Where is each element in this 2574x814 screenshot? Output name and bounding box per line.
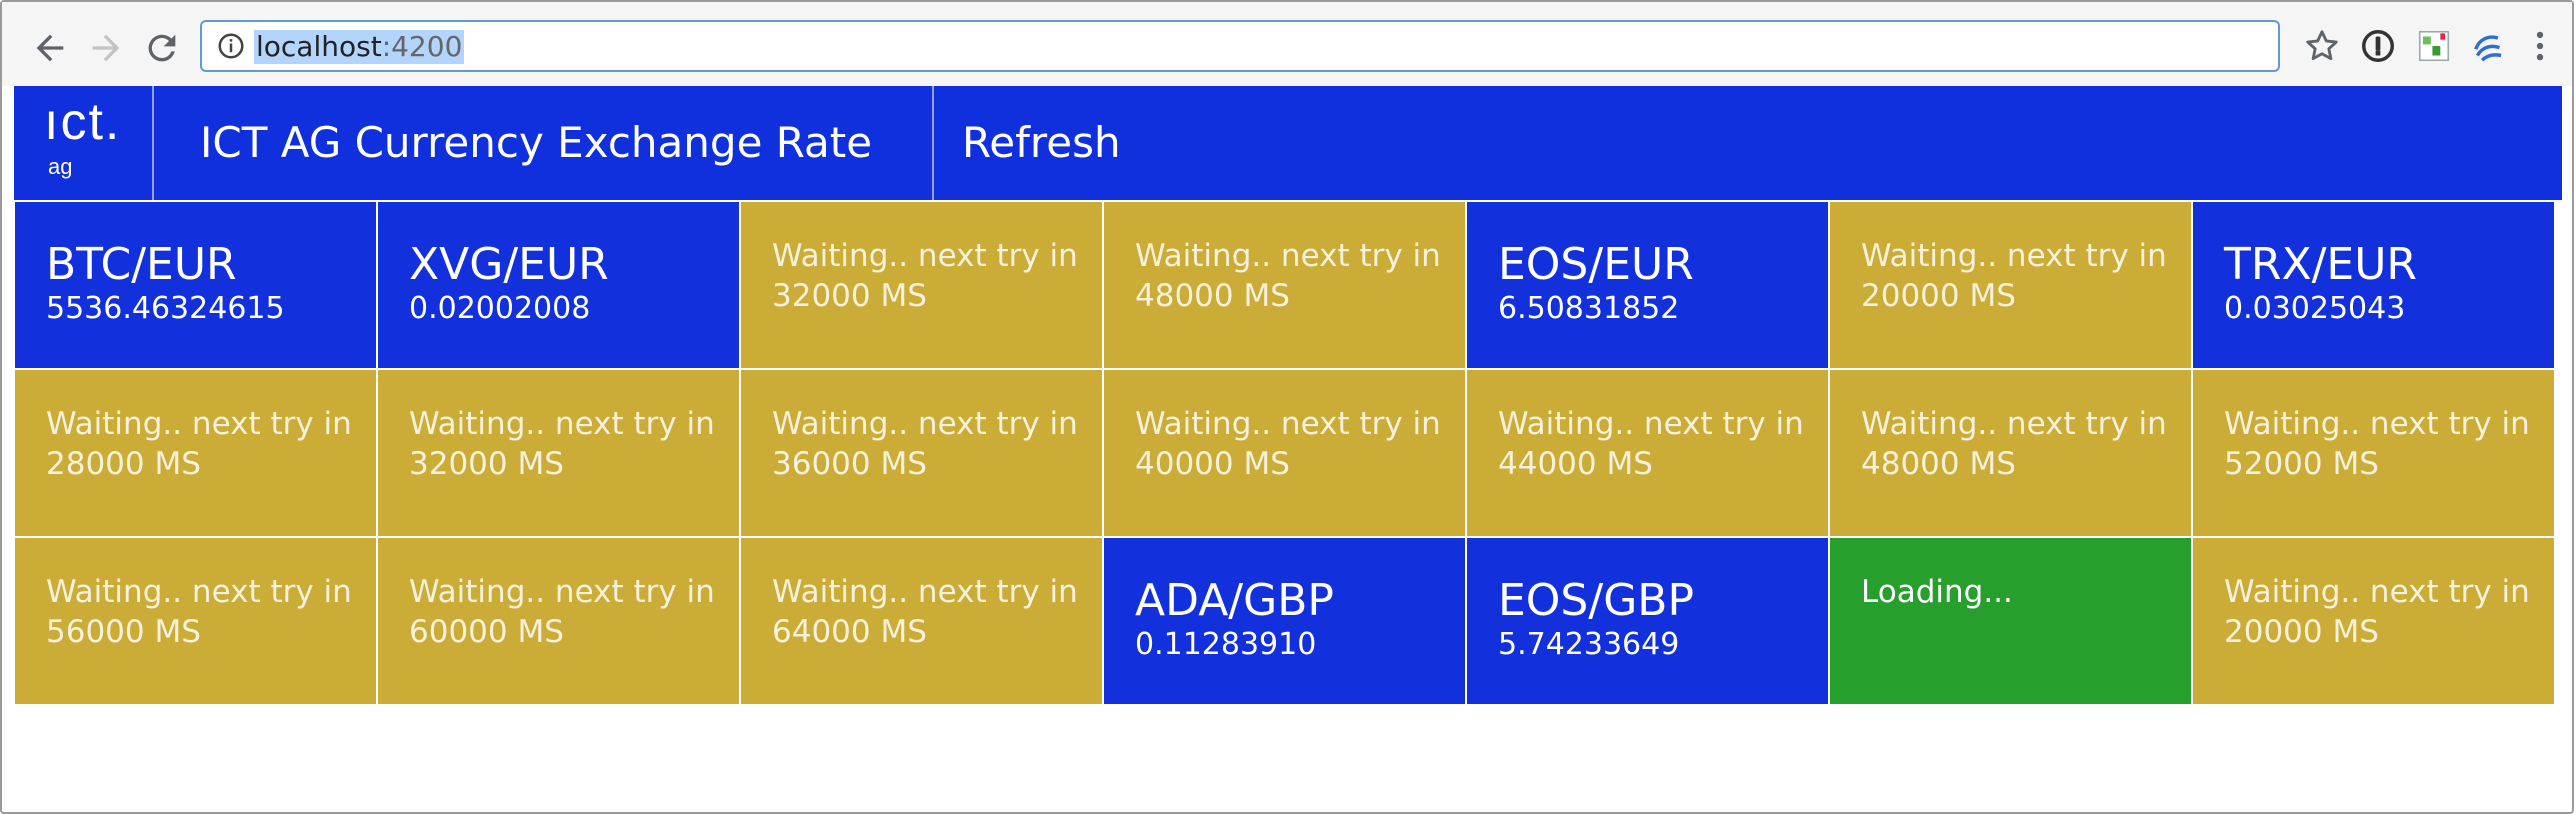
logo-subtext: ag xyxy=(48,154,73,179)
url-host: localhost xyxy=(256,30,382,63)
currency-pair: EOS/GBP xyxy=(1498,575,1695,626)
browser-toolbar: localhost:4200 xyxy=(2,2,2572,86)
retry-message: Waiting.. next try in 64000 MS xyxy=(772,574,1078,650)
loading-message: Loading... xyxy=(1861,574,2013,610)
reload-icon xyxy=(148,34,176,62)
waiting-tile: Waiting.. next try in 20000 MS xyxy=(1830,202,2191,368)
waiting-tile: Waiting.. next try in 28000 MS xyxy=(15,370,376,536)
exchange-rate: 5536.46324615 xyxy=(46,291,285,326)
browser-menu-button[interactable] xyxy=(2520,26,2560,66)
info-icon[interactable] xyxy=(216,31,246,61)
spreadsheet-icon xyxy=(2418,30,2450,62)
rate-tile: EOS/GBP 5.74233649 xyxy=(1467,538,1828,704)
password-extension-button[interactable] xyxy=(2358,26,2398,66)
currency-pair: XVG/EUR xyxy=(409,239,609,290)
bookmark-star-button[interactable] xyxy=(2302,26,2342,66)
rate-tile: EOS/EUR 6.50831852 xyxy=(1467,202,1828,368)
retry-message: Waiting.. next try in 28000 MS xyxy=(46,406,352,482)
spreadsheet-extension-button[interactable] xyxy=(2414,26,2454,66)
wave-icon xyxy=(2474,35,2502,62)
waiting-tile: Waiting.. next try in 40000 MS xyxy=(1104,370,1465,536)
retry-message: Waiting.. next try in 32000 MS xyxy=(409,406,715,482)
logo[interactable]: ıct. ag xyxy=(14,86,154,200)
waiting-tile: Waiting.. next try in 44000 MS xyxy=(1467,370,1828,536)
waiting-tile: Waiting.. next try in 56000 MS xyxy=(15,538,376,704)
waiting-tile: Waiting.. next try in 32000 MS xyxy=(741,202,1102,368)
app-header: ıct. ag ICT AG Currency Exchange Rate Vi… xyxy=(14,86,2562,281)
loading-tile: Loading... xyxy=(1830,538,2191,704)
retry-message: Waiting.. next try in 40000 MS xyxy=(1135,406,1441,482)
password-manager-icon xyxy=(2362,30,2394,62)
waiting-tile: Waiting.. next try in 32000 MS xyxy=(378,370,739,536)
exchange-rate: 0.02002008 xyxy=(409,291,591,326)
exchange-rate: 0.03025043 xyxy=(2224,291,2406,326)
waiting-tile: Waiting.. next try in 64000 MS xyxy=(741,538,1102,704)
app-title: ICT AG Currency Exchange Rate Viewer xyxy=(154,86,934,281)
reload-button[interactable] xyxy=(134,20,190,76)
currency-pair: BTC/EUR xyxy=(46,239,237,290)
url-text[interactable]: localhost:4200 xyxy=(254,30,465,64)
forward-button[interactable] xyxy=(78,20,134,76)
rate-grid: BTC/EUR 5536.46324615 XVG/EUR 0.02002008 Wai… xyxy=(15,202,2554,704)
star-icon xyxy=(2306,30,2338,61)
retry-message: Waiting.. next try in 60000 MS xyxy=(409,574,715,650)
retry-message: Waiting.. next try in 48000 MS xyxy=(1135,238,1441,314)
more-vertical-icon xyxy=(2536,31,2544,61)
forward-arrow-icon xyxy=(92,34,120,62)
url-port: :4200 xyxy=(381,30,463,63)
waiting-tile: Waiting.. next try in 48000 MS xyxy=(1104,202,1465,368)
retry-message: Waiting.. next try in 44000 MS xyxy=(1498,406,1804,482)
address-bar[interactable]: localhost:4200 xyxy=(200,20,2280,72)
retry-message: Waiting.. next try in 32000 MS xyxy=(772,238,1078,314)
retry-message: Waiting.. next try in 20000 MS xyxy=(1861,238,2167,314)
rate-tile: BTC/EUR 5536.46324615 xyxy=(15,202,376,368)
waiting-tile: Waiting.. next try in 48000 MS xyxy=(1830,370,2191,536)
waiting-tile: Waiting.. next try in 52000 MS xyxy=(2193,370,2554,536)
waiting-tile: Waiting.. next try in 60000 MS xyxy=(378,538,739,704)
retry-message: Waiting.. next try in 48000 MS xyxy=(1861,406,2167,482)
currency-pair: EOS/EUR xyxy=(1498,239,1694,290)
waiting-tile: Waiting.. next try in 20000 MS xyxy=(2193,538,2554,704)
retry-message: Waiting.. next try in 52000 MS xyxy=(2224,406,2530,482)
currency-pair: ADA/GBP xyxy=(1135,575,1334,626)
back-arrow-icon xyxy=(36,34,64,62)
rate-tile: TRX/EUR 0.03025043 xyxy=(2193,202,2554,368)
back-button[interactable] xyxy=(22,20,78,76)
exchange-rate: 6.50831852 xyxy=(1498,291,1680,326)
rate-tile: XVG/EUR 0.02002008 xyxy=(378,202,739,368)
logo-text: ıct. xyxy=(44,93,122,151)
wave-extension-button[interactable] xyxy=(2470,26,2510,66)
retry-message: Waiting.. next try in 56000 MS xyxy=(46,574,352,650)
exchange-rate: 5.74233649 xyxy=(1498,627,1680,662)
rate-tile: ADA/GBP 0.11283910 xyxy=(1104,538,1465,704)
browser-window: localhost:4200 ıct. ag ICT AG Currency E… xyxy=(0,0,2574,814)
retry-message: Waiting.. next try in 20000 MS xyxy=(2224,574,2530,650)
retry-message: Waiting.. next try in 36000 MS xyxy=(772,406,1078,482)
exchange-rate: 0.11283910 xyxy=(1135,627,1317,662)
currency-pair: TRX/EUR xyxy=(2224,239,2417,290)
refresh-button[interactable]: Refresh xyxy=(962,86,1121,200)
waiting-tile: Waiting.. next try in 36000 MS xyxy=(741,370,1102,536)
